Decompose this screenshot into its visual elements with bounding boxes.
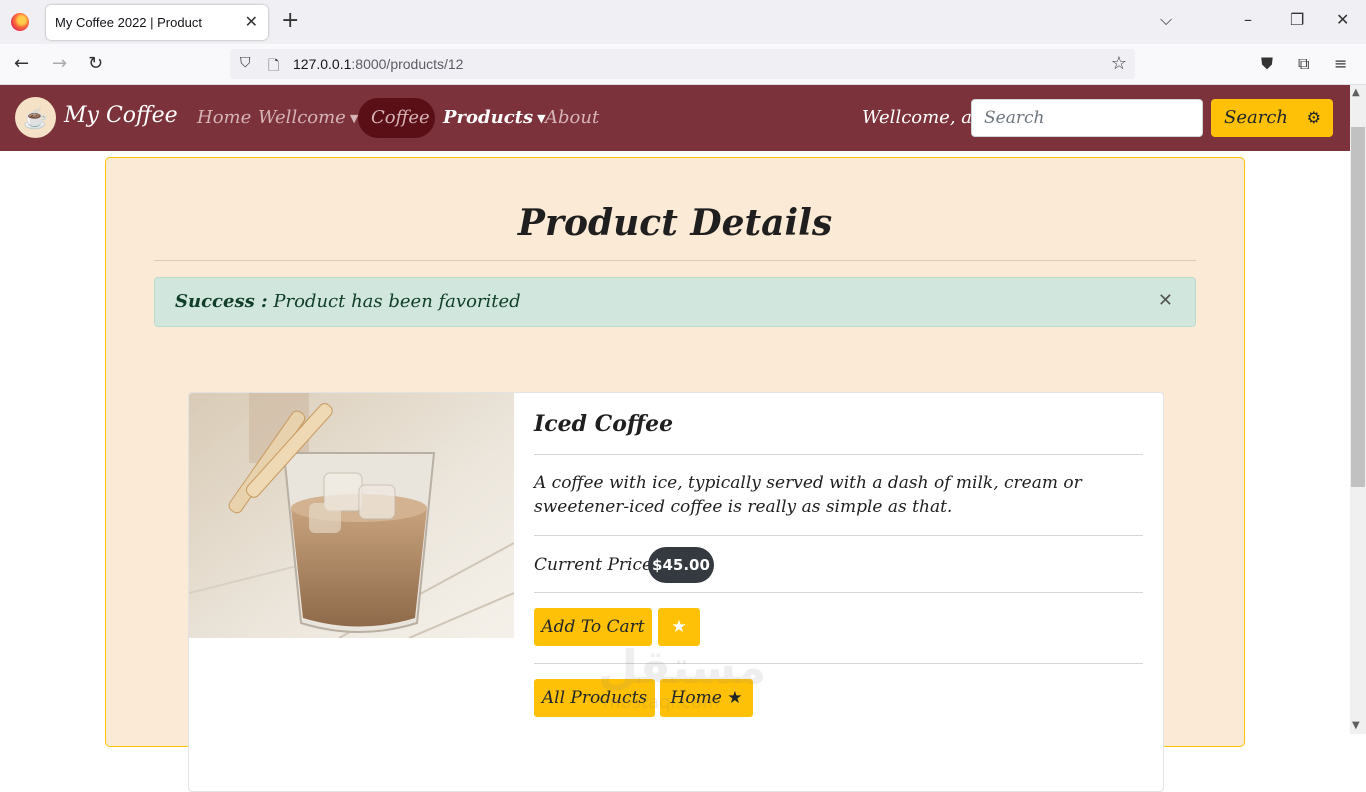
bookmark-star-icon[interactable]: ☆ (1111, 53, 1127, 74)
divider (534, 535, 1143, 536)
browser-tab-bar: My Coffee 2022 | Product ✕ + ⌵ – ❐ ✕ (0, 0, 1366, 44)
alert-label: Success : (175, 291, 268, 312)
star-icon: ★ (671, 617, 687, 637)
alert-message: Product has been favorited (273, 291, 521, 312)
divider (154, 260, 1196, 261)
nav-link-home[interactable]: Home (197, 107, 251, 128)
coffee-cup-logo-icon[interactable]: ☕ (15, 97, 56, 138)
back-arrow-icon[interactable]: ← (14, 53, 29, 74)
window-close-icon[interactable]: ✕ (1336, 10, 1349, 29)
product-card: Iced Coffee A coffee with ice, typically… (188, 392, 1164, 792)
url-path: :8000/products/12 (351, 56, 464, 72)
scroll-up-icon[interactable]: ▲ (1352, 87, 1360, 98)
nav-link-products-label: Products (443, 107, 534, 128)
divider (534, 592, 1143, 593)
product-name: Iced Coffee (534, 411, 674, 437)
nav-link-about[interactable]: About (545, 107, 599, 128)
extensions-icon[interactable]: ⧉ (1298, 54, 1309, 74)
nav-link-products[interactable]: Products ▼ (443, 107, 546, 128)
gear-icon: ⚙ (1306, 108, 1321, 127)
shield-icon[interactable]: ⛉ (240, 55, 251, 71)
nav-link-wellcome[interactable]: Wellcome ▼ (258, 107, 358, 128)
alert-text: Success : Product has been favorited (175, 291, 521, 312)
divider (534, 454, 1143, 455)
browser-tab[interactable]: My Coffee 2022 | Product ✕ (46, 5, 268, 40)
search-button-label: Search (1224, 107, 1288, 128)
forward-arrow-icon[interactable]: → (52, 53, 67, 74)
reload-icon[interactable]: ↻ (88, 53, 103, 74)
close-icon[interactable]: ✕ (245, 12, 258, 32)
search-button[interactable]: Search ⚙ (1211, 99, 1333, 137)
product-image (189, 393, 514, 638)
menu-icon[interactable]: ≡ (1334, 54, 1347, 73)
nav-link-wellcome-label: Wellcome (258, 107, 346, 128)
price-label: Current Price: (534, 555, 658, 575)
chevron-down-icon[interactable]: ⌵ (1160, 10, 1172, 30)
new-tab-icon[interactable]: + (281, 8, 299, 33)
search-input[interactable] (971, 99, 1203, 137)
url-host: 127.0.0.1 (293, 56, 352, 72)
browser-toolbar: ← → ↻ ⛉ 🗋 127.0.0.1:8000/products/12 ☆ ⛊… (0, 44, 1366, 85)
product-description: A coffee with ice, typically served with… (534, 473, 1082, 517)
success-alert: Success : Product has been favorited ✕ (154, 277, 1196, 327)
alert-close-icon[interactable]: ✕ (1158, 290, 1173, 311)
scroll-down-icon[interactable]: ▼ (1352, 720, 1360, 731)
address-bar[interactable]: ⛉ 🗋 127.0.0.1:8000/products/12 ☆ (230, 49, 1135, 79)
restore-icon[interactable]: ❐ (1290, 10, 1304, 29)
page-title: Product Details (517, 202, 833, 244)
watermark-url: mostaql.com (603, 692, 720, 713)
url-text[interactable]: 127.0.0.1:8000/products/12 (293, 56, 463, 72)
welcome-user: Wellcome, ali (862, 107, 984, 128)
price-badge: $45.00 (648, 547, 714, 583)
page-icon: 🗋 (268, 58, 280, 74)
watermark-logo: مستقل (598, 640, 767, 694)
pocket-icon[interactable]: ⛊ (1261, 54, 1273, 74)
minimize-icon[interactable]: – (1244, 10, 1252, 29)
nav-link-coffee[interactable]: Coffee (371, 107, 430, 128)
site-navbar: ☕ My Coffee Home Wellcome ▼ Coffee Produc… (0, 85, 1350, 151)
scrollbar-thumb[interactable] (1351, 127, 1365, 487)
tab-title: My Coffee 2022 | Product (55, 15, 202, 30)
firefox-icon (11, 13, 29, 31)
brand-name[interactable]: My Coffee (64, 103, 178, 128)
